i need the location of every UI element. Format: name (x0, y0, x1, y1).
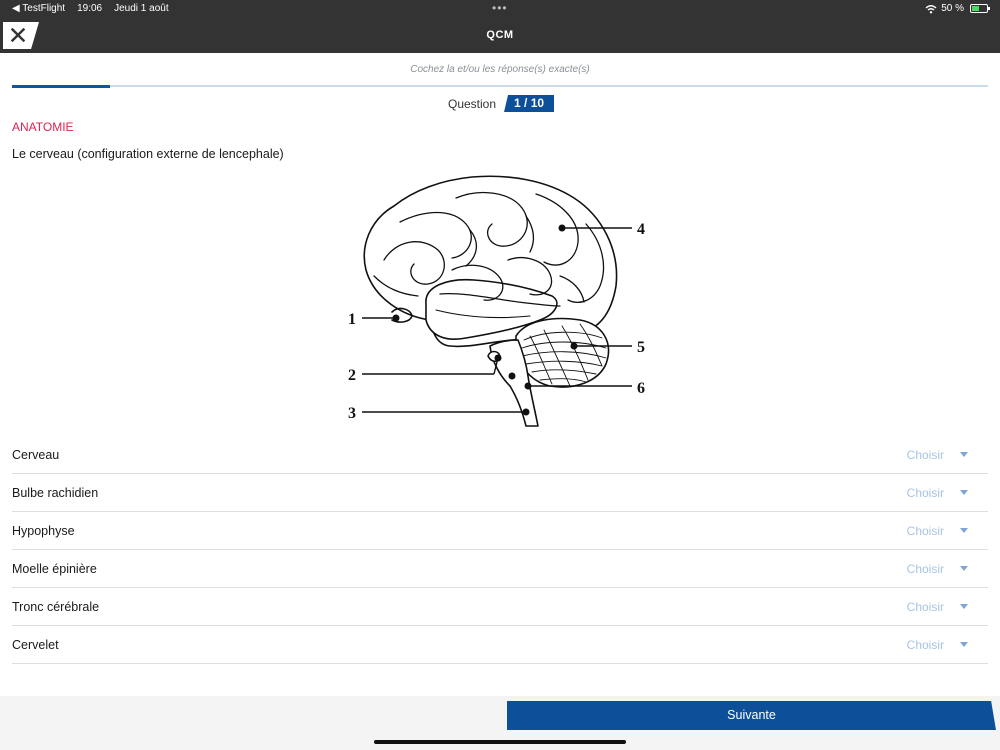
answer-row: Tronc cérébrale Choisir (12, 588, 988, 626)
answer-row: Bulbe rachidien Choisir (12, 474, 988, 512)
answer-label: Hypophyse (12, 523, 75, 538)
status-time: 19:06 (77, 3, 103, 14)
diagram-label-6: 6 (637, 380, 645, 397)
answer-dropdown-value: Choisir (906, 561, 944, 576)
chevron-down-icon (960, 490, 968, 495)
next-button[interactable]: Suivante (507, 701, 996, 730)
question-number-badge: 1 / 10 (504, 95, 555, 112)
answer-label: Moelle épinière (12, 561, 97, 576)
battery-percent: 50 % (941, 3, 964, 14)
answer-dropdown[interactable]: Choisir (907, 562, 968, 576)
chevron-down-icon (960, 528, 968, 533)
nav-bar: QCM (0, 18, 1000, 53)
back-to-testflight-link[interactable]: ◀ TestFlight (12, 3, 65, 14)
chevron-down-icon (960, 604, 968, 609)
answer-dropdown-value: Choisir (906, 599, 944, 614)
answer-dropdown-value: Choisir (906, 637, 944, 652)
diagram-label-2: 2 (348, 367, 356, 384)
diagram-label-3: 3 (348, 405, 356, 422)
answer-label: Cerveau (12, 447, 60, 462)
chevron-down-icon (960, 566, 968, 571)
wifi-icon (925, 4, 937, 13)
answer-dropdown[interactable]: Choisir (907, 448, 968, 462)
brain-illustration (363, 175, 618, 427)
status-date: Jeudi 1 août (114, 3, 169, 14)
question-counter: Question 1 / 10 (448, 95, 555, 112)
diagram-label-5: 5 (637, 339, 645, 356)
instruction-text: Cochez la et/ou les réponse(s) exacte(s) (410, 64, 590, 75)
answer-list: Cerveau Choisir Bulbe rachidien Choisir … (12, 436, 988, 664)
answer-row: Moelle épinière Choisir (12, 550, 988, 588)
question-text: Le cerveau (configuration externe de len… (12, 147, 284, 161)
answer-dropdown-value: Choisir (906, 523, 944, 538)
answer-row: Cerveau Choisir (12, 436, 988, 474)
answer-dropdown-value: Choisir (906, 485, 944, 500)
answer-row: Hypophyse Choisir (12, 512, 988, 550)
answer-dropdown[interactable]: Choisir (907, 638, 968, 652)
question-category: ANATOMIE (12, 120, 74, 134)
page-title: QCM (486, 29, 514, 41)
brain-diagram: 1 2 3 4 5 6 (348, 175, 645, 427)
multitasking-dots[interactable]: ••• (492, 1, 508, 15)
home-indicator[interactable] (374, 740, 626, 744)
progress-fill (12, 85, 110, 88)
answer-label: Bulbe rachidien (12, 485, 99, 500)
answer-dropdown[interactable]: Choisir (907, 524, 968, 538)
question-label: Question (448, 96, 497, 111)
diagram-label-4: 4 (637, 221, 645, 238)
footer: Suivante (0, 696, 1000, 750)
answer-dropdown[interactable]: Choisir (907, 600, 968, 614)
answer-dropdown[interactable]: Choisir (907, 486, 968, 500)
answer-label: Cervelet (12, 637, 59, 652)
status-bar: ◀ TestFlight 19:06 Jeudi 1 août ••• 50 % (0, 0, 1000, 18)
progress-bar (12, 85, 988, 88)
diagram-label-1: 1 (348, 311, 356, 328)
answer-row: Cervelet Choisir (12, 626, 988, 664)
answer-label: Tronc cérébrale (12, 599, 100, 614)
chevron-down-icon (960, 642, 968, 647)
answer-dropdown-value: Choisir (906, 447, 944, 462)
chevron-down-icon (960, 452, 968, 457)
battery-icon (970, 4, 990, 13)
